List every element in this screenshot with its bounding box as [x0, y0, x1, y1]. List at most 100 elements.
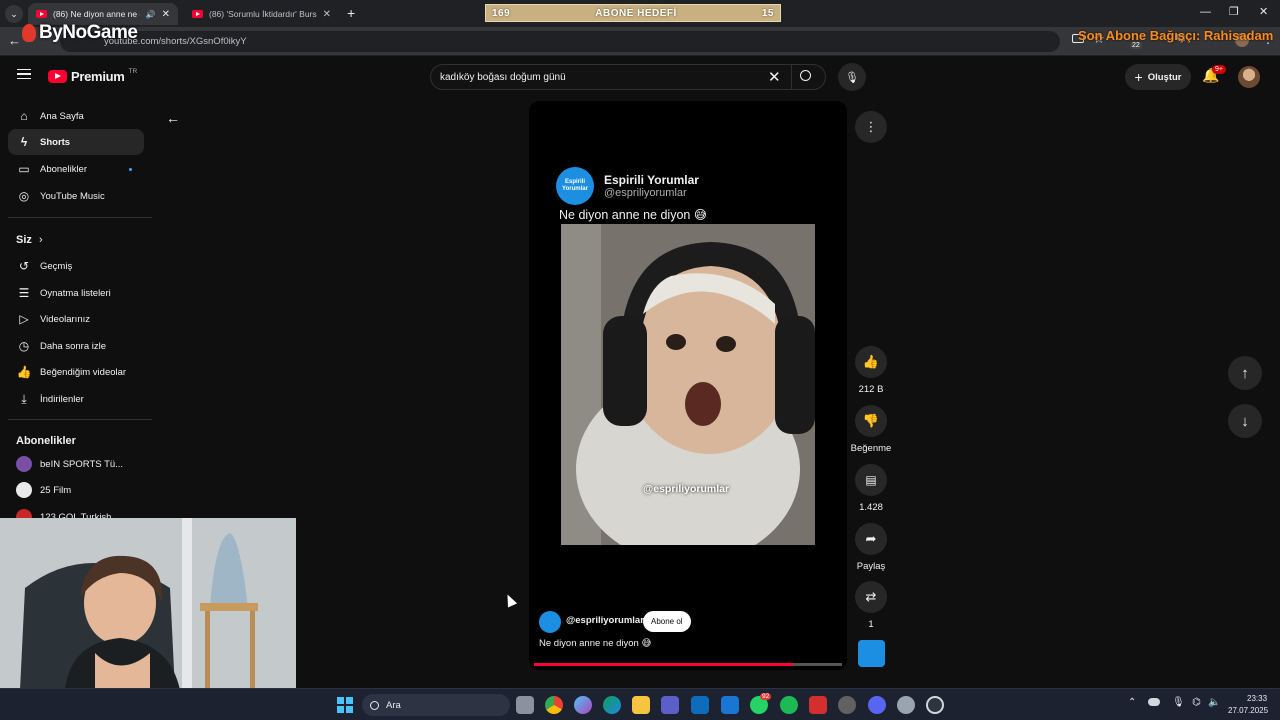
- child-with-headphones-illustration: [561, 224, 815, 545]
- sidebar-item-subscriptions[interactable]: ▭ Abonelikler: [8, 156, 144, 182]
- shorts-player[interactable]: Espirili Yorumlar Espirili Yorumlar @esp…: [529, 101, 847, 670]
- spotify-icon[interactable]: [780, 696, 798, 714]
- remix-icon[interactable]: ⇄: [855, 581, 887, 613]
- discord-icon[interactable]: [868, 696, 886, 714]
- app-x-icon[interactable]: [809, 696, 827, 714]
- sidebar-item-playlists[interactable]: ☰ Oynatma listeleri: [8, 280, 144, 306]
- logitech-icon[interactable]: [926, 696, 944, 714]
- goal-label: ABONE HEDEFİ: [595, 7, 677, 19]
- tab-close-icon[interactable]: ✕: [162, 9, 170, 20]
- sidebar-item-shorts[interactable]: ϟ Shorts: [8, 129, 144, 155]
- shorts-back-icon[interactable]: ←: [166, 110, 180, 126]
- sidebar-item-label: YouTube Music: [40, 190, 105, 202]
- settings-gear-icon[interactable]: [897, 696, 915, 714]
- maximize-icon[interactable]: ❐: [1229, 5, 1239, 18]
- sidebar-item-history[interactable]: ↺ Geçmiş: [8, 253, 144, 279]
- music-icon: ◎: [18, 189, 30, 203]
- search-icon: [370, 700, 379, 710]
- windows-taskbar: Ara 92 ⌃ 🎙 ⌬ 🔈 23:33 27.07.2025: [0, 688, 1280, 720]
- tab-title: (86) 'Sorumlu İktidardır' Bursa: [209, 9, 317, 19]
- comment-icon[interactable]: ▤: [855, 464, 887, 496]
- sidebar-item-home[interactable]: ⌂ Ana Sayfa: [8, 103, 144, 129]
- new-tab-icon[interactable]: +: [347, 5, 355, 21]
- youtube-logo[interactable]: Premium TR: [48, 68, 137, 84]
- voice-search-icon[interactable]: 🎙: [838, 63, 866, 91]
- sidebar-channel[interactable]: 25 Film: [8, 477, 144, 503]
- tray-network-icon[interactable]: ⌬: [1192, 697, 1201, 708]
- edge-icon[interactable]: [603, 696, 621, 714]
- search-input[interactable]: kadıköy boğası doğum günü ✕: [430, 64, 826, 90]
- tab-search-button[interactable]: ⌄: [5, 5, 23, 23]
- sound-thumbnail[interactable]: [858, 640, 885, 667]
- remix-action[interactable]: ⇄ 1: [850, 581, 892, 630]
- comments-action[interactable]: ▤ 1.428: [850, 464, 892, 513]
- more-options-icon[interactable]: ⋮: [855, 111, 887, 143]
- teams-icon[interactable]: [661, 696, 679, 714]
- tray-mic-icon[interactable]: 🎙: [1172, 697, 1185, 708]
- channel-avatar-small[interactable]: [539, 611, 561, 633]
- hamburger-menu-icon[interactable]: [17, 69, 31, 79]
- youtube-play-icon: [48, 70, 67, 83]
- subscribe-button[interactable]: Abone ol: [643, 611, 691, 632]
- comment-count: 1.428: [859, 502, 883, 513]
- url-field[interactable]: youtube.com/shorts/XGsnOf0ikyY: [60, 31, 1060, 52]
- create-button[interactable]: + Oluştur: [1125, 64, 1191, 90]
- video-progress-bar[interactable]: [534, 663, 842, 666]
- sidebar-item-label: Shorts: [40, 136, 71, 148]
- mouse-cursor-icon: [502, 592, 518, 608]
- share-icon[interactable]: ➦: [855, 523, 887, 555]
- back-icon[interactable]: ←: [8, 33, 21, 48]
- browser-tab[interactable]: (86) 'Sorumlu İktidardır' Bursa ✕: [184, 3, 339, 25]
- brand-text: ByNoGame: [39, 22, 138, 43]
- search-icon[interactable]: [800, 70, 811, 81]
- account-avatar[interactable]: [1238, 66, 1260, 88]
- sidebar-item-label: Beğendiğim videolar: [40, 366, 127, 378]
- playlist-icon: ☰: [18, 286, 30, 300]
- share-action[interactable]: ➦ Paylaş: [850, 523, 892, 572]
- search-query: kadıköy boğası doğum günü: [440, 71, 566, 83]
- chrome-icon[interactable]: [545, 696, 563, 714]
- clock-time[interactable]: 23:33: [1247, 694, 1267, 703]
- calculator-icon[interactable]: [721, 696, 739, 714]
- task-view-icon[interactable]: [516, 696, 534, 714]
- like-action[interactable]: 👍 212 B: [850, 346, 892, 395]
- dislike-action[interactable]: 👎 Beğenme: [850, 405, 892, 454]
- sidebar-item-label: Ana Sayfa: [40, 110, 84, 122]
- your-videos-icon: ▷: [19, 312, 29, 326]
- taskbar-search[interactable]: Ara: [362, 694, 510, 716]
- tweet-avatar: Espirili Yorumlar: [556, 167, 594, 205]
- tab-close-icon[interactable]: ✕: [323, 9, 331, 20]
- sidebar-channel[interactable]: beIN SPORTS Tü...: [8, 451, 144, 477]
- app-icon[interactable]: [838, 696, 856, 714]
- sidebar-item-label: Daha sonra izle: [40, 340, 107, 352]
- thumbs-down-icon[interactable]: 👎: [855, 405, 887, 437]
- file-explorer-icon[interactable]: [632, 696, 650, 714]
- minimize-icon[interactable]: —: [1200, 6, 1211, 18]
- sidebar-item-label: Geçmiş: [40, 260, 73, 272]
- sidebar-item-your-videos[interactable]: ▷ Videolarınız: [8, 306, 144, 332]
- tray-volume-icon[interactable]: 🔈: [1208, 697, 1220, 708]
- windows-start-icon[interactable]: [337, 697, 353, 713]
- watch-later-icon: ◷: [18, 339, 30, 353]
- clear-search-icon[interactable]: ✕: [768, 68, 781, 86]
- sidebar-you-heading[interactable]: Siz ›: [16, 234, 43, 246]
- tray-chevron-icon[interactable]: ⌃: [1128, 697, 1136, 708]
- outlook-icon[interactable]: [691, 696, 709, 714]
- tray-cloud-icon[interactable]: [1148, 698, 1160, 706]
- sidebar-item-youtube-music[interactable]: ◎ YouTube Music: [8, 183, 144, 209]
- sidebar-item-liked-videos[interactable]: 👍 Beğendiğim videolar: [8, 359, 144, 385]
- sidebar-item-downloads[interactable]: ⤓ İndirilenler: [8, 386, 144, 412]
- short-caption: Ne diyon anne ne diyon 😅: [539, 638, 652, 649]
- notification-count-badge: 9+: [1212, 65, 1226, 74]
- next-short-arrow-icon[interactable]: ↓: [1228, 404, 1262, 438]
- tweet-name: Espirili Yorumlar: [604, 173, 699, 187]
- close-window-icon[interactable]: ✕: [1259, 5, 1268, 18]
- copilot-icon[interactable]: [574, 696, 592, 714]
- previous-short-arrow-icon[interactable]: ↑: [1228, 356, 1262, 390]
- clock-date[interactable]: 27.07.2025: [1228, 706, 1268, 715]
- thumbs-up-icon[interactable]: 👍: [855, 346, 887, 378]
- channel-handle[interactable]: @espriliyorumlar: [566, 615, 644, 626]
- sidebar-item-watch-later[interactable]: ◷ Daha sonra izle: [8, 333, 144, 359]
- search-divider: [791, 65, 792, 89]
- sidebar-item-label: Oynatma listeleri: [40, 287, 111, 299]
